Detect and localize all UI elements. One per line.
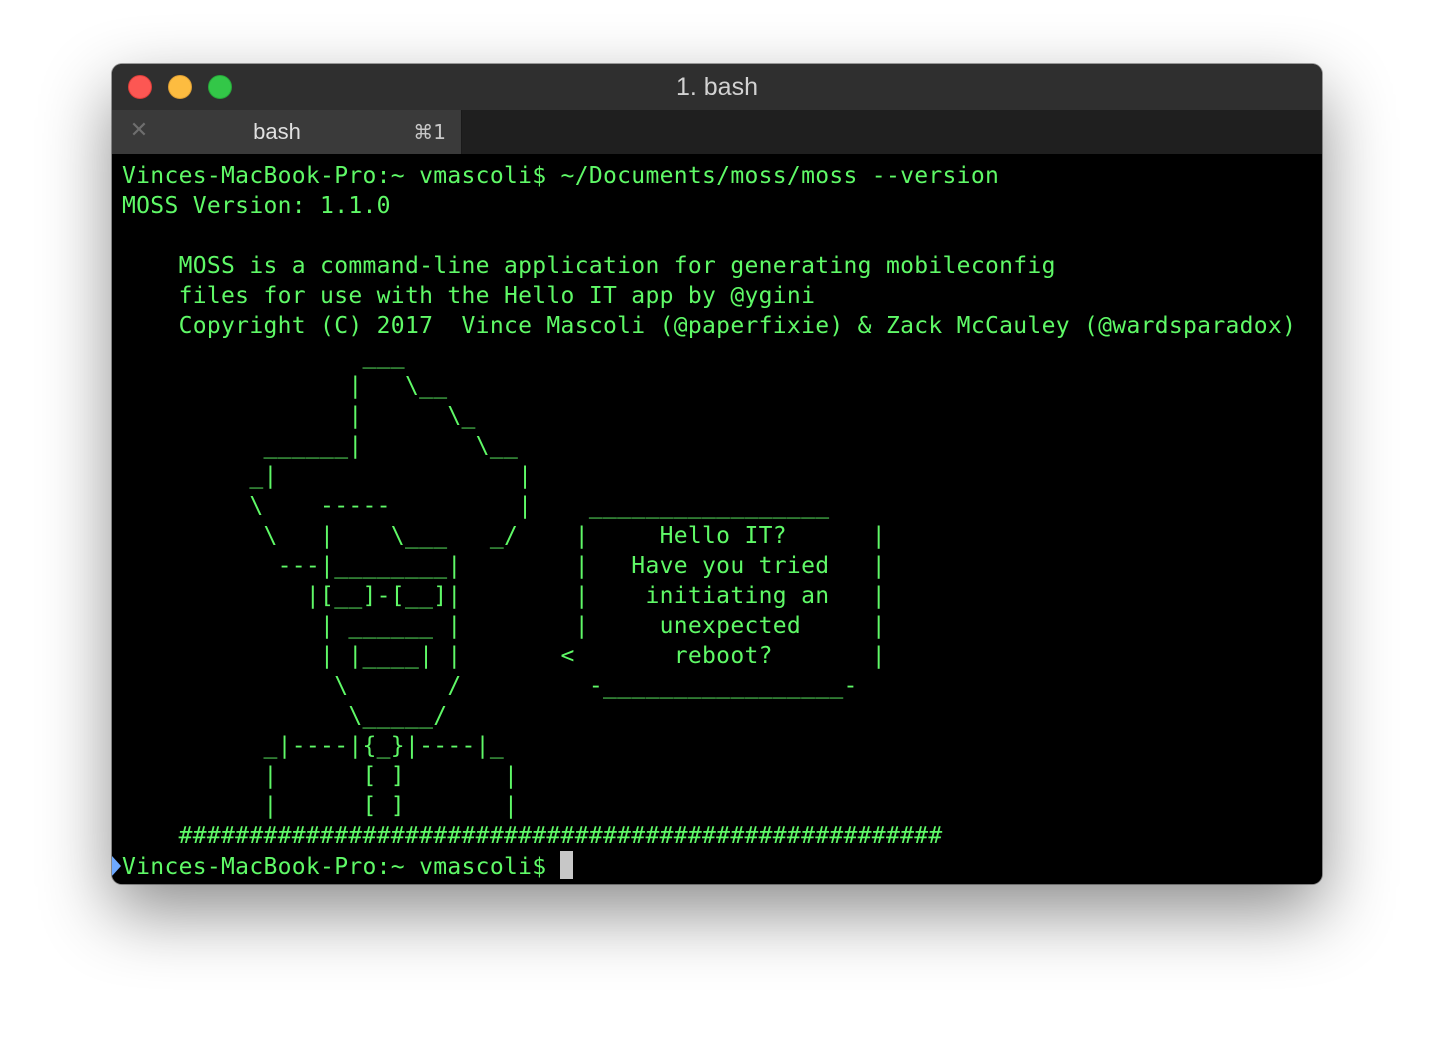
tab-bar: ✕ bash ⌘1 xyxy=(112,110,1322,154)
tab-bash[interactable]: ✕ bash ⌘1 xyxy=(112,110,462,154)
close-icon[interactable]: ✕ xyxy=(128,120,150,142)
prompt-text: Vinces-MacBook-Pro:~ vmascoli$ xyxy=(122,854,547,880)
tab-label: bash xyxy=(253,119,301,144)
text-cursor xyxy=(560,851,574,879)
prompt-line[interactable]: Vinces-MacBook-Pro:~ vmascoli$ xyxy=(122,851,574,881)
prompt-marker-icon xyxy=(112,856,121,876)
title-bar[interactable]: 1. bash xyxy=(112,64,1322,111)
tab-shortcut: ⌘1 xyxy=(413,120,446,144)
terminal-output: Vinces-MacBook-Pro:~ vmascoli$ ~/Documen… xyxy=(122,163,1297,849)
terminal-window: 1. bash ✕ bash ⌘1 Vinces-MacBook-Pro:~ v… xyxy=(112,64,1322,884)
window-title: 1. bash xyxy=(675,73,758,101)
terminal-area[interactable]: Vinces-MacBook-Pro:~ vmascoli$ ~/Documen… xyxy=(112,154,1322,884)
